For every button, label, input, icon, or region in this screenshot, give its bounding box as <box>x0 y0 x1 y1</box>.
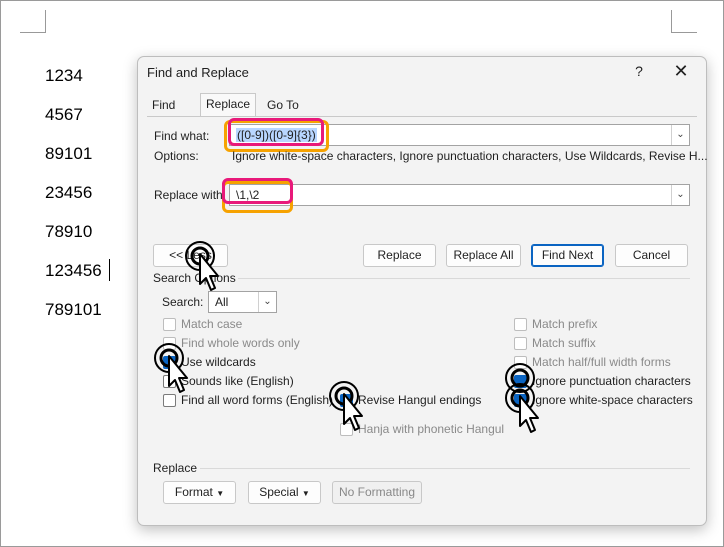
match-suffix-checkbox[interactable]: Match suffix <box>514 336 596 350</box>
replace-with-label: Replace with: <box>154 188 227 202</box>
tab-find-label: Find <box>152 98 176 112</box>
section-divider <box>238 278 690 279</box>
checkbox-label: Sounds like (English) <box>181 374 294 388</box>
special-label: Special <box>259 485 299 499</box>
document-line[interactable]: 1234 <box>45 66 83 86</box>
checkbox-label: Match case <box>181 317 243 331</box>
replace-section-label: Replace <box>153 461 198 475</box>
help-button[interactable]: ? <box>631 63 647 79</box>
document-line[interactable]: 23456 <box>45 183 92 203</box>
match-prefix-checkbox[interactable]: Match prefix <box>514 317 597 331</box>
document-line[interactable]: 78910 <box>45 222 92 242</box>
tab-replace-label: Replace <box>206 97 251 111</box>
checkbox-label: Match prefix <box>532 317 598 331</box>
crop-mark-top-left <box>20 32 46 33</box>
no-formatting-button[interactable]: No Formatting <box>332 481 422 504</box>
close-icon[interactable]: ✕ <box>672 61 690 82</box>
click-cursor-icon <box>329 381 363 431</box>
checkbox-label: Use wildcards <box>181 355 256 369</box>
tab-goto-label: Go To <box>267 98 299 112</box>
tab-find[interactable]: Find <box>147 95 180 115</box>
tab-goto[interactable]: Go To <box>262 95 304 115</box>
dialog-title: Find and Replace <box>147 65 249 80</box>
document-line[interactable]: 789101 <box>45 300 102 320</box>
options-label: Options: <box>154 149 199 163</box>
document-line[interactable]: 89101 <box>45 144 92 164</box>
click-cursor-icon <box>185 241 219 291</box>
text-caret <box>109 259 110 281</box>
find-what-label: Find what: <box>154 129 210 143</box>
replace-button[interactable]: Replace <box>363 244 436 267</box>
find-next-button[interactable]: Find Next <box>531 244 604 267</box>
document-line[interactable]: 4567 <box>45 105 83 125</box>
search-direction-value: All <box>215 295 229 309</box>
format-label: Format <box>174 485 213 499</box>
find-replace-dialog: Find and Replace ? ✕ Find Replace Go To … <box>137 56 708 526</box>
checkbox-label: Ignore punctuation characters <box>532 374 691 388</box>
checkbox-label: Revise Hangul endings <box>358 393 482 407</box>
checkbox-label: Match half/full width forms <box>532 355 671 369</box>
click-cursor-icon <box>505 383 539 433</box>
checkbox-box[interactable] <box>163 317 176 331</box>
highlight-inner <box>228 118 324 146</box>
checkbox-label: Hanja with phonetic Hangul <box>358 422 505 436</box>
section-divider <box>200 468 690 469</box>
checkbox-label: Match suffix <box>532 336 596 350</box>
replace-all-button[interactable]: Replace All <box>446 244 521 267</box>
crop-mark-top-right <box>671 32 697 33</box>
search-label: Search: <box>162 295 204 309</box>
chevron-down-icon[interactable]: ⌄ <box>671 125 689 145</box>
crop-mark-top-right-v <box>671 10 672 33</box>
match-case-checkbox[interactable]: Match case <box>163 317 242 331</box>
caret-down-icon: ▼ <box>301 489 310 498</box>
replace-with-input[interactable]: \1,\2 ⌄ <box>229 184 690 206</box>
document-line[interactable]: 123456 <box>45 261 102 281</box>
checkbox-label: Ignore white-space characters <box>532 393 693 407</box>
checkbox-box[interactable] <box>514 317 527 331</box>
options-value: Ignore white-space characters, Ignore pu… <box>232 149 708 163</box>
cancel-button[interactable]: Cancel <box>615 244 688 267</box>
chevron-down-icon[interactable]: ⌄ <box>258 292 276 312</box>
checkbox-label: Find whole words only <box>181 336 300 350</box>
format-button[interactable]: Format ▼ <box>163 481 236 504</box>
chevron-down-icon[interactable]: ⌄ <box>671 185 689 205</box>
checkbox-label: Find all word forms (English) <box>181 393 334 407</box>
checkbox-box[interactable] <box>514 336 527 350</box>
caret-down-icon: ▼ <box>216 489 225 498</box>
tab-divider <box>147 116 697 117</box>
crop-mark-top-left-v <box>45 10 46 33</box>
click-cursor-icon <box>154 343 188 393</box>
highlight-inner <box>222 178 293 204</box>
tab-replace[interactable]: Replace <box>200 93 257 117</box>
special-button[interactable]: Special ▼ <box>248 481 321 504</box>
